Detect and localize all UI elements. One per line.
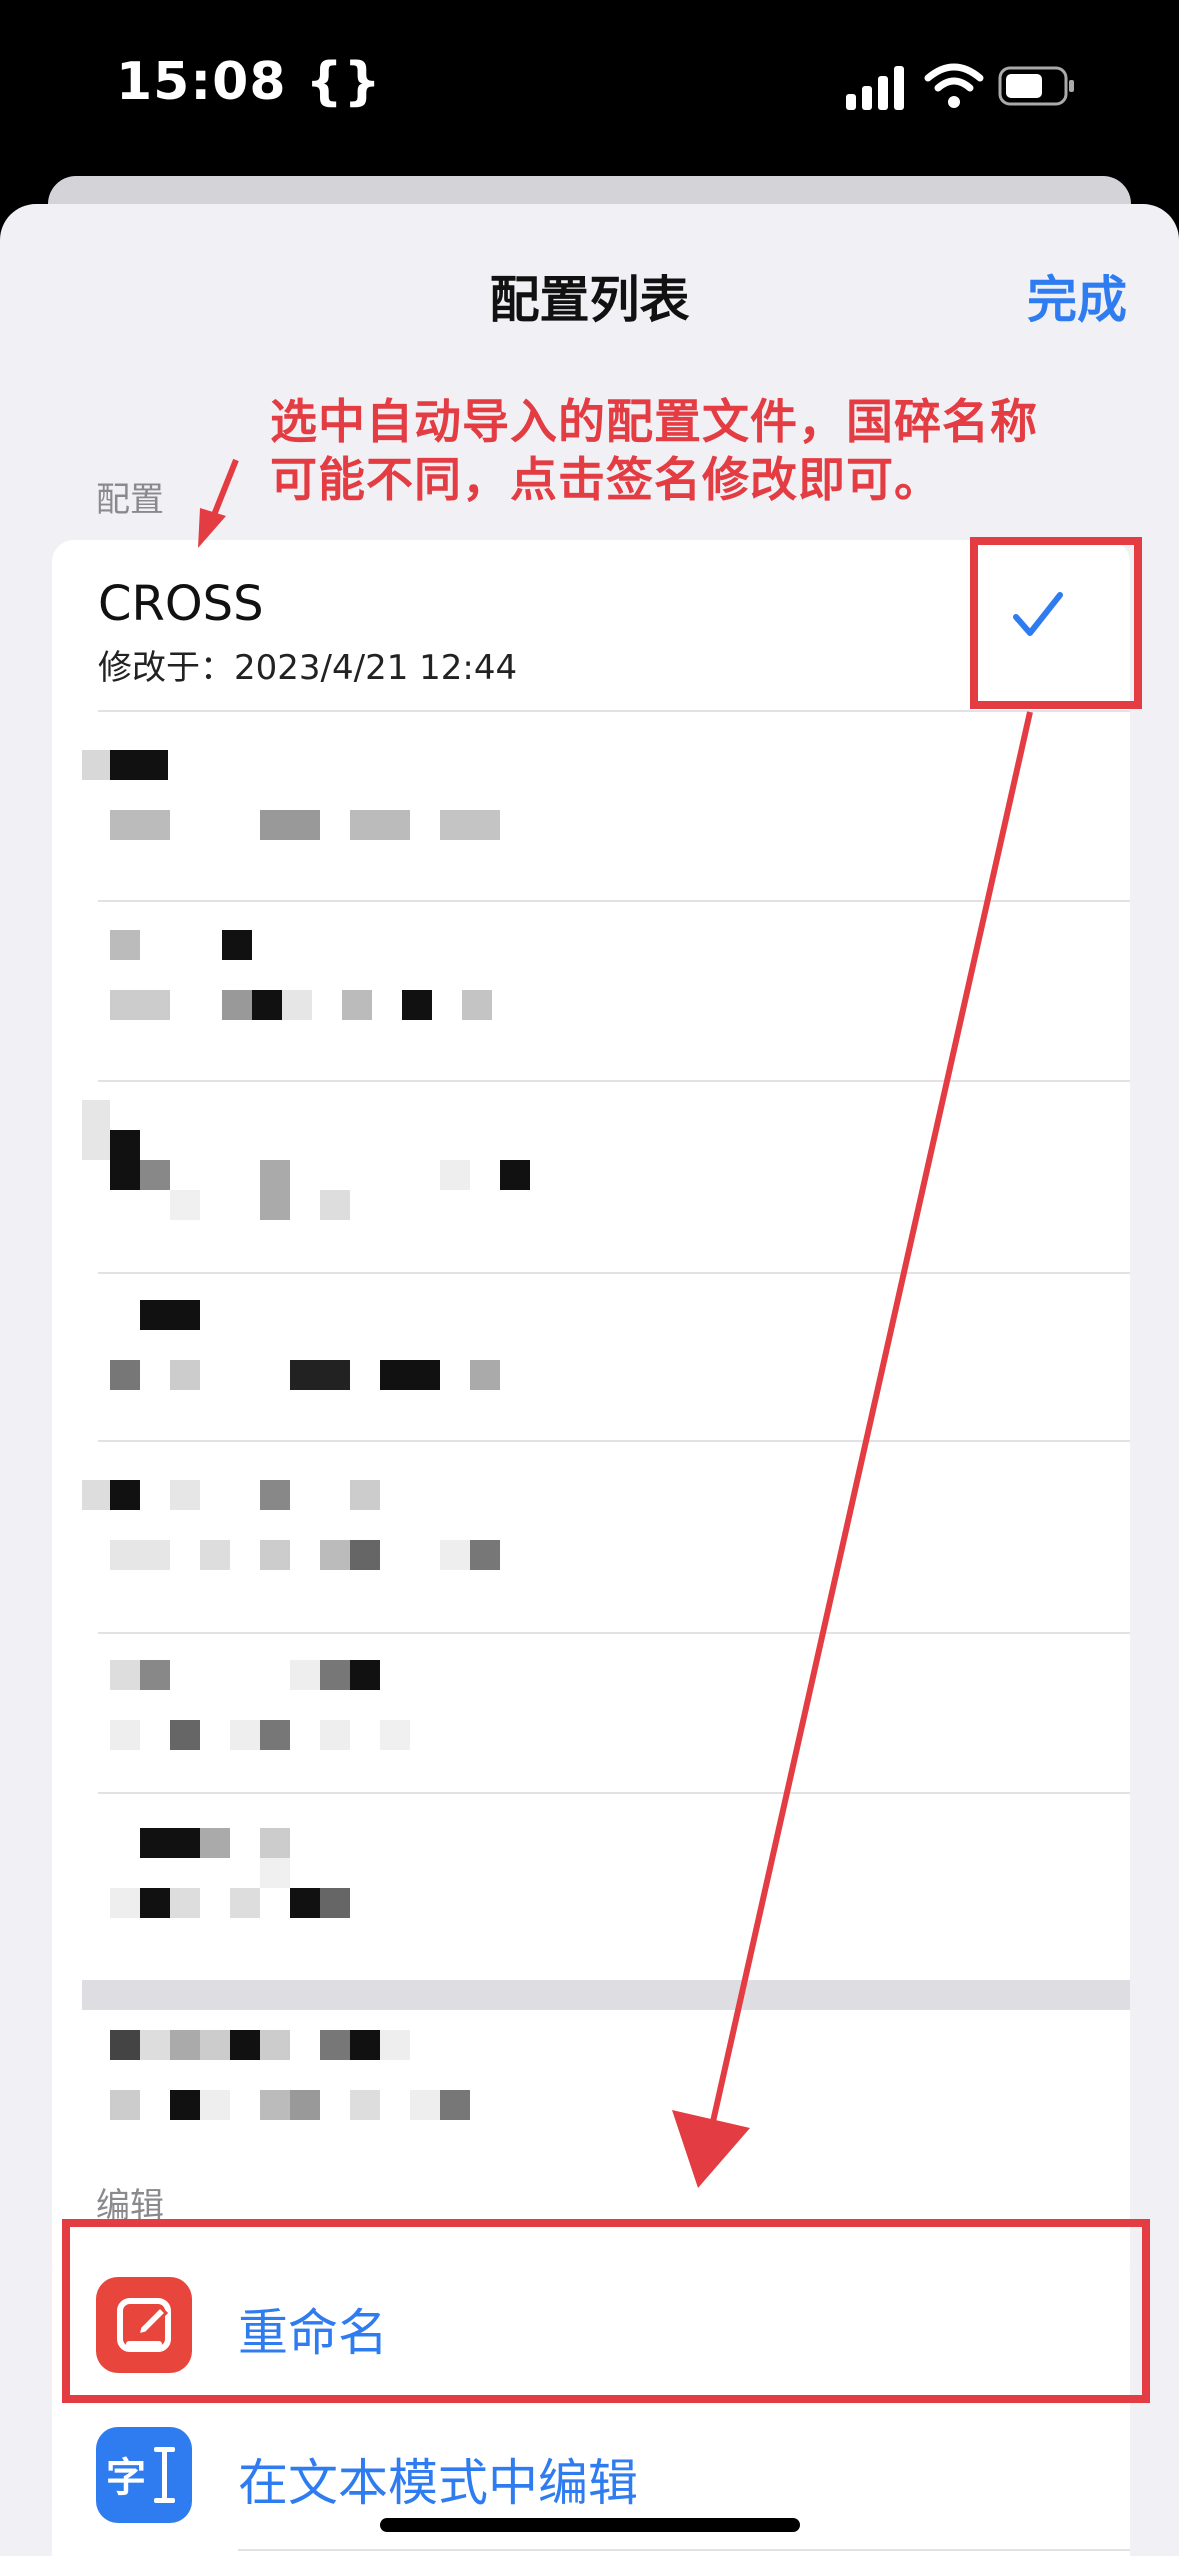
annotation-arrows: [198, 458, 1033, 2188]
home-indicator: [380, 2518, 800, 2532]
